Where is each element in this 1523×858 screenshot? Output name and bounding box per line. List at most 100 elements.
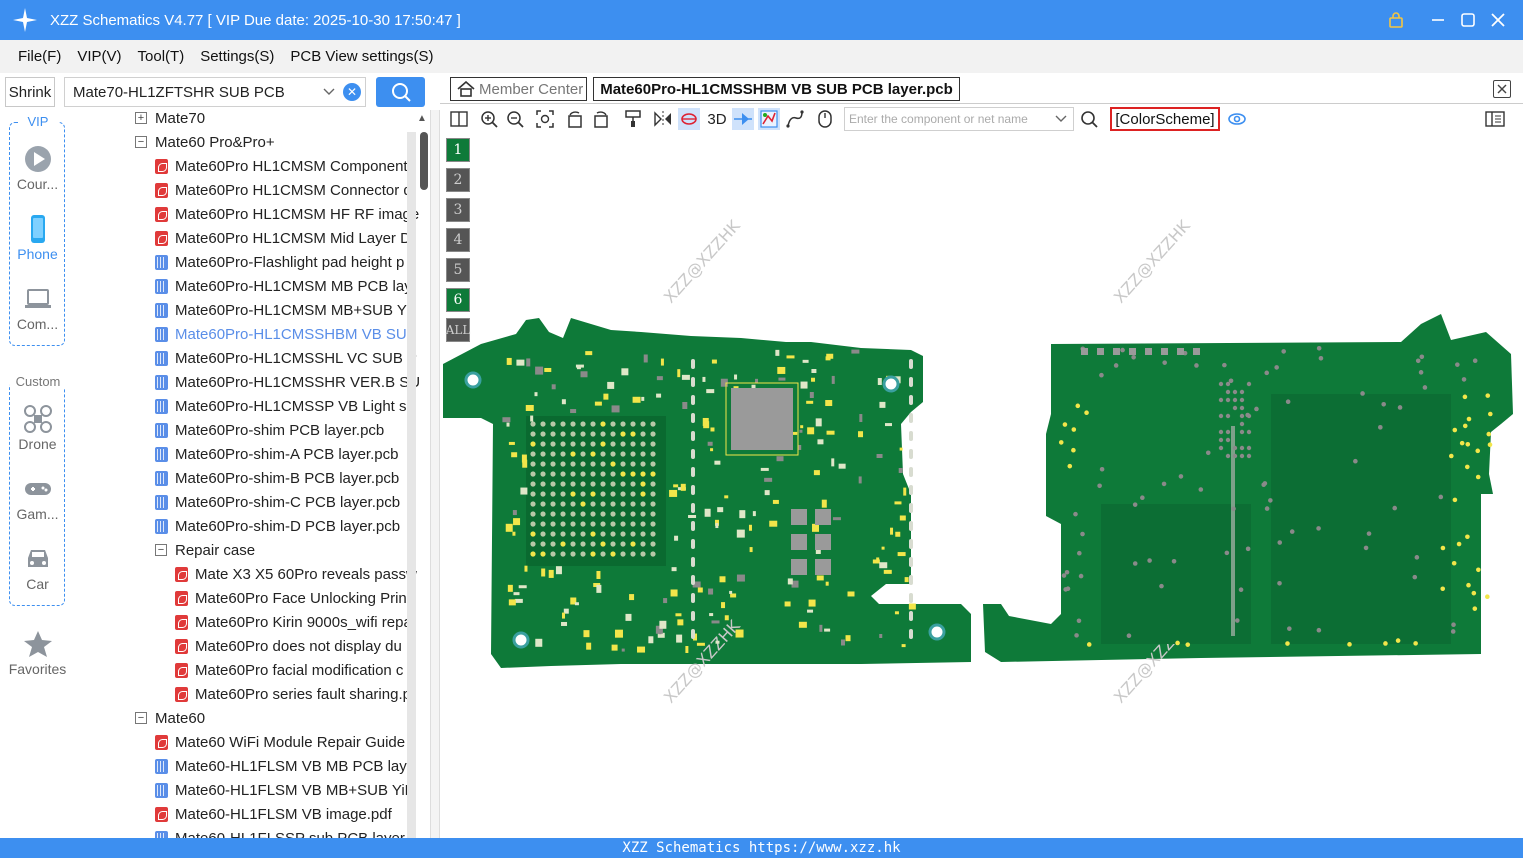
rotate-left-icon[interactable] <box>564 108 586 130</box>
pin-net-icon[interactable] <box>732 108 754 130</box>
tree-file-item[interactable]: Mate60Pro-shim-C PCB layer.pcb <box>155 490 400 514</box>
tree-file-item[interactable]: Mate60Pro HL1CMSM HF RF image <box>155 202 419 226</box>
layer-toggle-icon[interactable] <box>678 108 700 130</box>
file-tree: + Mate70− Mate60 Pro&Pro+ Mate60Pro HL1CMSM… <box>75 110 420 838</box>
rail-item-drone[interactable]: Drone <box>0 404 75 452</box>
tree-folder[interactable]: − Mate60 <box>135 706 205 730</box>
fit-view-icon[interactable] <box>534 108 556 130</box>
layer-button-1[interactable]: 1 <box>446 138 470 162</box>
layer-button-2[interactable]: 2 <box>446 168 470 192</box>
tree-file-item[interactable]: Mate60Pro-shim-B PCB layer.pcb <box>155 466 399 490</box>
close-all-tabs-icon[interactable] <box>1493 80 1511 98</box>
bga-ball <box>590 431 596 437</box>
rail-item-car[interactable]: Car <box>0 544 75 592</box>
scroll-up-icon[interactable]: ▲ <box>417 113 429 124</box>
component-pad <box>748 524 752 531</box>
collapse-icon[interactable]: − <box>155 544 167 556</box>
tree-folder[interactable]: − Repair case <box>155 538 255 562</box>
close-button[interactable] <box>1483 0 1513 40</box>
tree-file-item[interactable]: Mate60Pro-Flashlight pad height p <box>155 250 404 274</box>
tree-file-item[interactable]: Mate60Pro-HL1CMSSHBM VB SUB <box>155 322 417 346</box>
lock-icon[interactable] <box>1381 0 1411 40</box>
rail-item-courses[interactable]: Cour... <box>0 144 75 192</box>
tree-scroll-thumb[interactable] <box>420 132 428 190</box>
tree-scrollbar[interactable] <box>407 132 416 838</box>
tree-file-item[interactable]: Mate60Pro-HL1CMSSHR VER.B SU <box>155 370 420 394</box>
collapse-icon[interactable]: − <box>135 136 147 148</box>
zoom-in-icon[interactable] <box>478 108 500 130</box>
tree-file-item[interactable]: Mate60Pro facial modification c <box>175 658 403 682</box>
split-view-icon[interactable] <box>448 108 470 130</box>
search-button[interactable] <box>376 77 425 107</box>
zoom-out-icon[interactable] <box>504 108 526 130</box>
tab-member-center[interactable]: Member Center <box>450 77 587 101</box>
rail-item-phone[interactable]: Phone <box>0 214 75 262</box>
tree-file-item[interactable]: Mate60Pro-shim PCB layer.pcb <box>155 418 384 442</box>
tree-file-item[interactable]: Mate60-HL1FLSM VB MB+SUB YiD <box>155 778 416 802</box>
layer-button-all[interactable]: ALL <box>446 318 470 342</box>
shrink-button[interactable]: Shrink <box>5 77 55 107</box>
tree-file-item[interactable]: Mate60Pro HL1CMSM Mid Layer D <box>155 226 411 250</box>
mouse-icon[interactable] <box>814 108 836 130</box>
panel-toggle-icon[interactable] <box>1484 108 1506 130</box>
layer-button-5[interactable]: 5 <box>446 258 470 282</box>
model-combo[interactable]: Mate70-HL1ZFTSHR SUB PCB ✕ <box>64 77 366 107</box>
rotate-right-icon[interactable] <box>590 108 612 130</box>
tree-file-item[interactable]: Mate60Pro-HL1CMSM MB+SUB Yi <box>155 298 410 322</box>
mirror-icon[interactable] <box>652 108 674 130</box>
rail-item-games[interactable]: Gam... <box>0 474 75 522</box>
tree-file-item[interactable]: Mate60Pro-shim-D PCB layer.pcb <box>155 514 400 538</box>
layer-button-3[interactable]: 3 <box>446 198 470 222</box>
menu-vip[interactable]: VIP(V) <box>69 48 129 65</box>
tree-file-item[interactable]: Mate60 WiFi Module Repair Guide <box>155 730 405 754</box>
color-scheme-button[interactable]: [ColorScheme] <box>1110 107 1220 131</box>
rail-item-favorites[interactable]: Favorites <box>0 629 75 677</box>
pcb-canvas[interactable]: XZZ@XZZHK XZZ@XZZHK XZZ@XZZHK XZZ@XZZHK <box>441 134 1523 838</box>
tree-folder[interactable]: + Mate70 <box>135 110 205 130</box>
tree-file-item[interactable]: Mate60Pro-shim-A PCB layer.pcb <box>155 442 398 466</box>
tree-file-item[interactable]: Mate60-HL1FLSSP sub PCB layer.p <box>155 826 417 838</box>
trace-icon[interactable] <box>784 108 806 130</box>
net-highlight-icon[interactable] <box>758 108 780 130</box>
3d-view-button[interactable]: 3D <box>704 108 730 130</box>
pcb-board-drawing[interactable]: XZZ@XZZHK XZZ@XZZHK XZZ@XZZHK XZZ@XZZHK <box>441 134 1523 838</box>
component-pad <box>594 401 602 406</box>
tree-file-item[interactable]: Mate60-HL1FLSM VB MB PCB laye <box>155 754 415 778</box>
rail-item-computer[interactable]: Com... <box>0 284 75 332</box>
net-search-input[interactable]: Enter the component or net name <box>844 107 1074 131</box>
tree-folder[interactable]: − Mate60 Pro&Pro+ <box>135 130 275 154</box>
eye-icon[interactable] <box>1226 108 1248 130</box>
tree-item-label: Mate60Pro-HL1CMSM MB+SUB Yi <box>175 301 410 319</box>
menu-settings[interactable]: Settings(S) <box>192 48 282 65</box>
tree-file-item[interactable]: Mate60Pro-HL1CMSSHL VC SUB P <box>155 346 417 370</box>
tree-file-item[interactable]: Mate60Pro series fault sharing.p <box>175 682 411 706</box>
tree-file-item[interactable]: Mate60-HL1FLSM VB image.pdf <box>155 802 392 826</box>
tree-file-item[interactable]: Mate60Pro HL1CMSM Connector d <box>155 178 412 202</box>
tree-file-item[interactable]: Mate60Pro HL1CMSM Component <box>155 154 408 178</box>
component-pad <box>884 423 892 427</box>
component-pad <box>807 427 815 435</box>
clear-icon[interactable]: ✕ <box>343 83 361 101</box>
menu-file[interactable]: File(F) <box>10 48 69 65</box>
tree-file-item[interactable]: Mate60Pro-HL1CMSM MB PCB lay <box>155 274 412 298</box>
tree-file-item[interactable]: Mate X3 X5 60Pro reveals passw <box>175 562 417 586</box>
minimize-button[interactable] <box>1423 0 1453 40</box>
tree-file-item[interactable]: Mate60Pro does not display du <box>175 634 402 658</box>
layer-button-4[interactable]: 4 <box>446 228 470 252</box>
menu-pcb-view-settings[interactable]: PCB View settings(S) <box>282 48 441 65</box>
tree-file-item[interactable]: Mate60Pro Kirin 9000s_wifi repa <box>175 610 412 634</box>
collapse-icon[interactable]: − <box>135 712 147 724</box>
paint-brush-icon[interactable] <box>622 108 644 130</box>
panel-splitter[interactable] <box>430 110 440 838</box>
expand-icon[interactable]: + <box>135 112 147 124</box>
maximize-button[interactable] <box>1453 0 1483 40</box>
net-search-icon[interactable] <box>1078 108 1100 130</box>
layer-button-6[interactable]: 6 <box>446 288 470 312</box>
tab-pcb-file[interactable]: Mate60Pro-HL1CMSSHBM VB SUB PCB layer.pc… <box>593 77 960 101</box>
via-pad <box>1225 429 1231 435</box>
menu-tool[interactable]: Tool(T) <box>130 48 193 65</box>
chevron-down-icon[interactable] <box>1055 112 1067 126</box>
tree-file-item[interactable]: Mate60Pro Face Unlocking Prin <box>175 586 407 610</box>
chevron-down-icon[interactable] <box>323 85 343 99</box>
tree-file-item[interactable]: Mate60Pro-HL1CMSSP VB Light se <box>155 394 415 418</box>
